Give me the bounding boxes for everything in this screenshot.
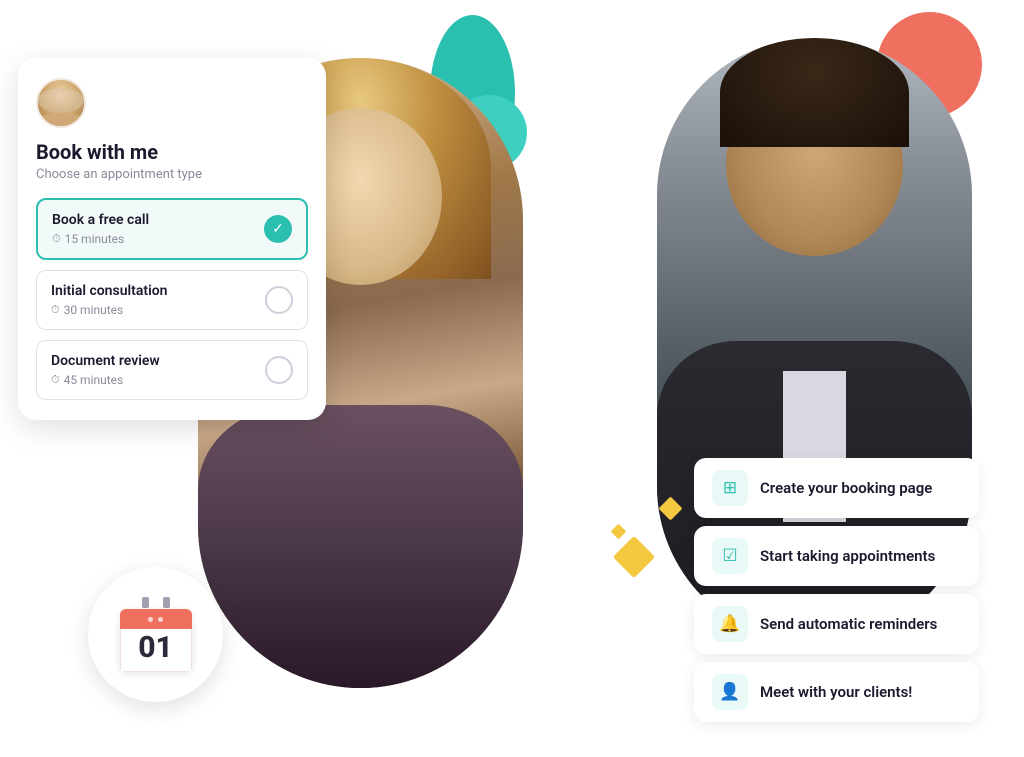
appt-info-initial: Initial consultation ⏱ 30 minutes bbox=[51, 283, 167, 317]
appointment-item-initial[interactable]: Initial consultation ⏱ 30 minutes bbox=[36, 270, 308, 330]
feature-text-reminders: Send automatic reminders bbox=[760, 615, 937, 633]
feature-item-start-appointments: ☑ Start taking appointments bbox=[694, 526, 979, 586]
reminders-icon: 🔔 bbox=[712, 606, 748, 642]
calendar-widget: 01 bbox=[88, 567, 223, 702]
feature-text-meet-clients: Meet with your clients! bbox=[760, 683, 912, 701]
meet-clients-icon: 👤 bbox=[712, 674, 748, 710]
appt-name-free-call: Book a free call bbox=[52, 212, 149, 228]
feature-item-meet-clients: 👤 Meet with your clients! bbox=[694, 662, 979, 722]
card-title: Book with me bbox=[36, 140, 308, 164]
feature-list: ⊞ Create your booking page ☑ Start takin… bbox=[694, 458, 979, 722]
feature-item-create-booking: ⊞ Create your booking page bbox=[694, 458, 979, 518]
appt-info-free-call: Book a free call ⏱ 15 minutes bbox=[52, 212, 149, 246]
avatar bbox=[36, 78, 86, 128]
radio-circle-3 bbox=[265, 356, 293, 384]
cal-header-bar bbox=[120, 609, 192, 629]
diamond-tiny bbox=[611, 524, 627, 540]
appt-name-initial: Initial consultation bbox=[51, 283, 167, 299]
radio-circle-2 bbox=[265, 286, 293, 314]
appt-duration-initial: ⏱ 30 minutes bbox=[51, 303, 167, 317]
feature-item-reminders: 🔔 Send automatic reminders bbox=[694, 594, 979, 654]
cal-ring-left bbox=[142, 597, 149, 608]
appt-duration-doc: ⏱ 45 minutes bbox=[51, 373, 160, 387]
feature-text-create-booking: Create your booking page bbox=[760, 479, 932, 497]
booking-card: Book with me Choose an appointment type … bbox=[18, 58, 326, 420]
clock-icon-3: ⏱ bbox=[51, 373, 60, 387]
card-subtitle: Choose an appointment type bbox=[36, 167, 308, 182]
appt-info-doc: Document review ⏱ 45 minutes bbox=[51, 353, 160, 387]
appt-name-doc: Document review bbox=[51, 353, 160, 369]
appointment-item-free-call[interactable]: Book a free call ⏱ 15 minutes ✓ bbox=[36, 198, 308, 260]
create-booking-icon: ⊞ bbox=[712, 470, 748, 506]
calendar-rings bbox=[142, 597, 170, 608]
check-circle-1: ✓ bbox=[264, 215, 292, 243]
appt-duration-free-call: ⏱ 15 minutes bbox=[52, 232, 149, 246]
start-appointments-icon: ☑ bbox=[712, 538, 748, 574]
cal-day-number: 01 bbox=[138, 633, 173, 663]
cal-body: 01 bbox=[120, 629, 192, 672]
calendar-icon: 01 bbox=[120, 609, 192, 672]
cal-ring-right bbox=[163, 597, 170, 608]
appointment-item-doc[interactable]: Document review ⏱ 45 minutes bbox=[36, 340, 308, 400]
clock-icon-2: ⏱ bbox=[51, 303, 60, 317]
diamond-large bbox=[613, 536, 655, 578]
clock-icon-1: ⏱ bbox=[52, 232, 61, 246]
feature-text-start-appointments: Start taking appointments bbox=[760, 547, 935, 565]
